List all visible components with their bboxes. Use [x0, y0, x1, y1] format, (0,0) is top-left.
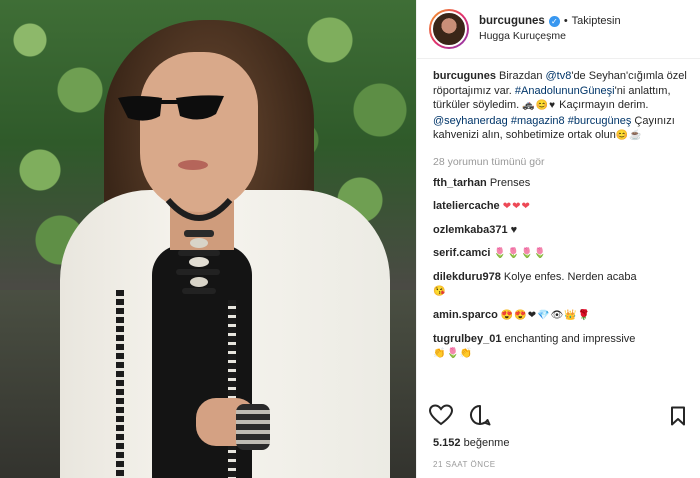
mention-seyhanerdag[interactable]: @seyhanerdag: [433, 115, 508, 127]
comment-username[interactable]: ozlemkaba371: [433, 224, 508, 236]
comment-text: 😍😍❤💎👁👑🌹: [500, 309, 592, 321]
comment-item: ozlemkaba371 ♥: [433, 223, 688, 237]
caption-text-1: Birazdan: [499, 70, 546, 82]
view-all-comments-link[interactable]: 28 yorumun tümünü gör: [433, 156, 688, 168]
comment-username[interactable]: lateliercache: [433, 200, 500, 212]
header-separator: •: [563, 15, 568, 27]
caption-username[interactable]: burcugunes: [433, 70, 496, 82]
comment-item: amin.sparco 😍😍❤💎👁👑🌹: [433, 308, 688, 323]
comment-text: Prenses: [489, 176, 531, 189]
hashtag-magazin8[interactable]: #magazin8: [511, 115, 565, 127]
sunglasses-icon: [118, 95, 224, 121]
comment-item: dilekduru978 Kolye enfes. Nerden acaba 😘: [433, 270, 688, 299]
bookmark-icon[interactable]: [670, 406, 686, 426]
comment-text-line2: 😘: [433, 285, 447, 297]
post-caption: burcugunes Birazdan @tv8'de Seyhan'cığım…: [433, 69, 688, 144]
comment-text: ❤❤❤: [502, 200, 531, 212]
post-side-panel: burcugunes ✓ • Takiptesin Hugga Kuruçeşm…: [416, 0, 700, 478]
follow-status-button[interactable]: Takiptesin: [572, 14, 621, 29]
likes-label: beğenme: [463, 437, 510, 449]
heart-icon[interactable]: [429, 404, 453, 426]
comment-username[interactable]: dilekduru978: [433, 271, 501, 283]
post-header: burcugunes ✓ • Takiptesin Hugga Kuruçeşm…: [417, 0, 700, 59]
caption-emoji-1: 🚓😊♥: [522, 100, 557, 111]
post-timestamp[interactable]: 21 SAAT ÖNCE: [433, 460, 496, 469]
comment-username[interactable]: tugrulbey_01: [433, 333, 501, 345]
coat-trim-left: [116, 290, 124, 478]
caption-emoji-2: 😊☕: [615, 130, 643, 141]
comments-section: burcugunes Birazdan @tv8'de Seyhan'cığım…: [417, 59, 700, 397]
comment-icon[interactable]: [469, 404, 491, 426]
instagram-post: burcugunes ✓ • Takiptesin Hugga Kuruçeşm…: [0, 0, 700, 478]
comment-text-line2: 👏🌷👏: [433, 347, 474, 359]
comment-item: fth_tarhan Prenses: [433, 176, 688, 190]
bracelet-icon: [236, 404, 270, 450]
avatar[interactable]: [431, 11, 467, 47]
header-username[interactable]: burcugunes: [479, 14, 545, 29]
comment-item: serif.camci 🌷🌷🌷🌷: [433, 246, 688, 261]
likes-number: 5.152: [433, 437, 461, 449]
caption-text-4: Kaçırmayın derim.: [556, 99, 649, 111]
comment-text: 🌷🌷🌷🌷: [493, 247, 548, 259]
comment-item: tugrulbey_01 enchanting and impressive 👏…: [433, 332, 688, 361]
header-text: burcugunes ✓ • Takiptesin Hugga Kuruçeşm…: [479, 14, 621, 44]
comment-username[interactable]: fth_tarhan: [433, 177, 487, 189]
post-photo[interactable]: [0, 0, 416, 478]
comment-item: lateliercache ❤❤❤: [433, 199, 688, 214]
necklace-icon: [165, 197, 233, 294]
verified-badge-icon: ✓: [548, 16, 560, 27]
header-location[interactable]: Hugga Kuruçeşme: [479, 29, 621, 44]
coat-trim-right: [228, 300, 236, 478]
avatar-story-ring[interactable]: [429, 9, 469, 49]
photo-lips: [178, 160, 208, 170]
comment-text: Kolye enfes. Nerden acaba: [503, 270, 637, 283]
hashtag-anadolunun-gunesi[interactable]: #AnadolununGüneşi: [515, 85, 615, 97]
comment-username[interactable]: serif.camci: [433, 247, 490, 259]
photo-face: [140, 52, 258, 212]
comment-text: ♥: [510, 223, 518, 236]
hashtag-burcugunes[interactable]: #burcugüneş: [568, 115, 632, 127]
header-username-line: burcugunes ✓ • Takiptesin: [479, 14, 621, 29]
comment-username[interactable]: amin.sparco: [433, 309, 498, 321]
likes-count[interactable]: 5.152 beğenme: [433, 437, 509, 449]
action-bar: [429, 404, 491, 426]
mention-tv8[interactable]: @tv8: [546, 70, 572, 82]
comment-text: enchanting and impressive: [504, 332, 636, 345]
